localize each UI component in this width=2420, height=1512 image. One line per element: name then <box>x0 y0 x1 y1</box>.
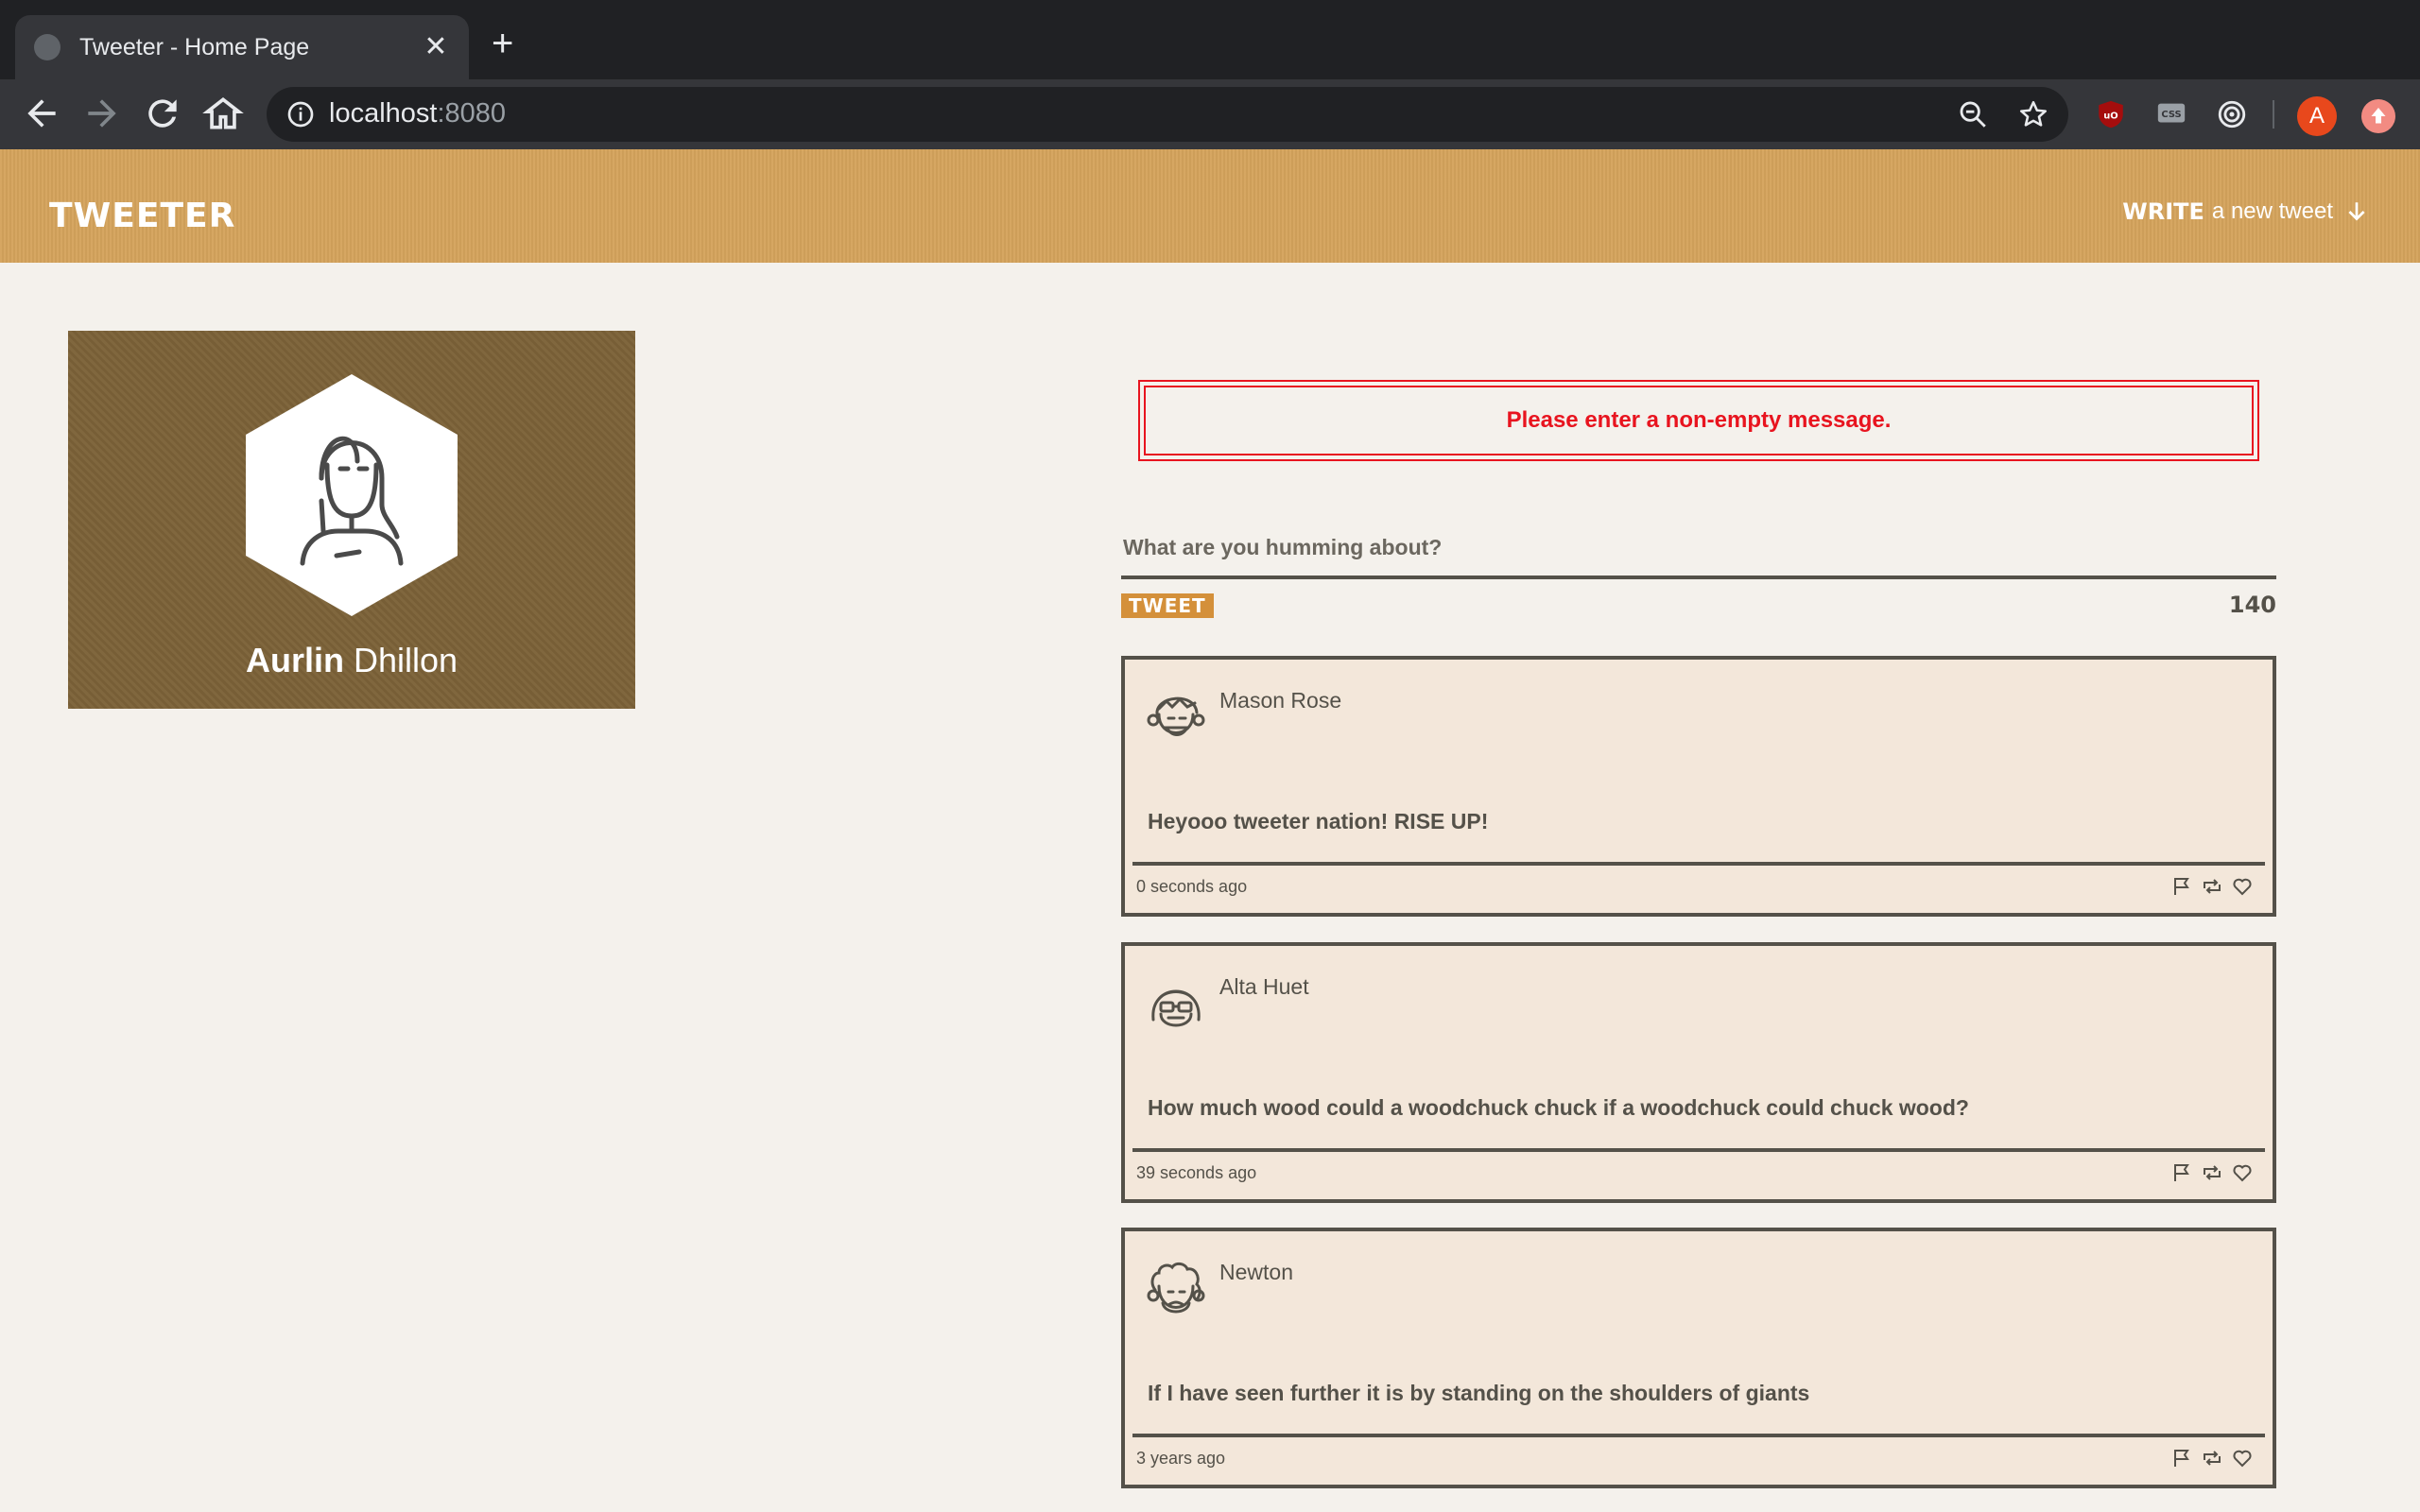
browser-toolbar: localhost:8080 uO CSS A <box>0 79 2420 149</box>
tweet-textarea[interactable] <box>1121 529 2276 579</box>
character-counter: 140 <box>2228 592 2276 618</box>
heart-icon[interactable] <box>2231 1161 2254 1184</box>
tweet-submit-button[interactable]: TWEET <box>1121 593 1214 618</box>
profile-avatar <box>246 374 458 616</box>
browser-tabstrip: Tweeter - Home Page ✕ + <box>0 0 2420 79</box>
svg-text:CSS: CSS <box>2161 110 2181 120</box>
profile-name: Aurlin Dhillon <box>68 641 635 680</box>
bookmark-star-icon[interactable] <box>2017 98 2049 130</box>
url-text: localhost:8080 <box>329 98 507 129</box>
info-icon[interactable] <box>285 99 316 129</box>
retweet-icon[interactable] <box>2201 1161 2223 1184</box>
tweet-timestamp: 3 years ago <box>1136 1449 1226 1468</box>
profile-avatar-button[interactable]: A <box>2297 96 2337 136</box>
compose-link-strong: WRITE <box>2122 198 2204 225</box>
new-tab-button[interactable]: + <box>492 25 513 62</box>
brand-logo[interactable]: TWEETER <box>49 197 235 235</box>
tweet-timestamp: 0 seconds ago <box>1136 877 1248 896</box>
tweet-card: Newton If I have seen further it is by s… <box>1121 1228 2276 1488</box>
tweet-card: Mason Rose Heyooo tweeter nation! RISE U… <box>1121 656 2276 917</box>
reload-icon[interactable] <box>142 93 183 134</box>
update-icon[interactable] <box>2361 99 2395 133</box>
mason-rose-avatar <box>1147 696 1205 736</box>
flag-icon[interactable] <box>2170 1447 2193 1469</box>
close-tab-icon[interactable]: ✕ <box>422 33 450 61</box>
home-icon[interactable] <box>202 93 244 134</box>
arrow-down-icon <box>2348 202 2365 221</box>
write-new-tweet-link[interactable]: WRITE a new tweet <box>2122 198 2369 225</box>
tweet-text: If I have seen further it is by standing… <box>1148 1381 1810 1405</box>
profile-card: Aurlin Dhillon <box>68 331 635 709</box>
forward-icon[interactable] <box>81 93 123 134</box>
flag-icon[interactable] <box>2170 875 2193 898</box>
ublock-extension-icon[interactable]: uO <box>2095 98 2127 130</box>
globe-icon <box>34 34 60 60</box>
profile-first-name: Aurlin <box>245 641 344 679</box>
profile-last-name: Dhillon <box>353 641 458 679</box>
retweet-icon[interactable] <box>2201 875 2223 898</box>
newton-avatar <box>1147 1262 1205 1314</box>
compose-link-text: a new tweet <box>2211 198 2333 224</box>
tweet-card: Alta Huet How much wood could a woodchuc… <box>1121 942 2276 1203</box>
compose-tweet-form: TWEET 140 <box>1121 529 2276 618</box>
svg-text:uO: uO <box>2103 111 2118 121</box>
tweet-text: Heyooo tweeter nation! RISE UP! <box>1148 809 1489 833</box>
browser-tab-active[interactable]: Tweeter - Home Page ✕ <box>15 15 469 79</box>
tweet-footer: 0 seconds ago <box>1132 862 2265 915</box>
tweet-footer: 39 seconds ago <box>1132 1148 2265 1201</box>
flag-icon[interactable] <box>2170 1161 2193 1184</box>
heart-icon[interactable] <box>2231 875 2254 898</box>
error-message-box: Please enter a non-empty message. <box>1138 380 2259 461</box>
heart-icon[interactable] <box>2231 1447 2254 1469</box>
address-bar[interactable]: localhost:8080 <box>267 87 2068 142</box>
tweet-author[interactable]: Newton <box>1219 1260 1293 1285</box>
css-extension-icon[interactable]: CSS <box>2155 98 2187 130</box>
tweet-footer: 3 years ago <box>1132 1434 2265 1486</box>
tweet-text: How much wood could a woodchuck chuck if… <box>1148 1095 1969 1120</box>
tweet-author[interactable]: Mason Rose <box>1219 688 1341 713</box>
error-message: Please enter a non-empty message. <box>1144 386 2254 455</box>
back-icon[interactable] <box>21 93 62 134</box>
target-extension-icon[interactable] <box>2216 98 2248 130</box>
toolbar-separator <box>2273 100 2274 129</box>
alta-huet-avatar <box>1151 989 1201 1027</box>
retweet-icon[interactable] <box>2201 1447 2223 1469</box>
tab-title: Tweeter - Home Page <box>79 33 310 60</box>
tweet-timestamp: 39 seconds ago <box>1136 1163 1257 1182</box>
zoom-icon[interactable] <box>1957 98 1989 130</box>
tweet-author[interactable]: Alta Huet <box>1219 974 1309 1000</box>
site-header: TWEETER WRITE a new tweet <box>0 149 2420 263</box>
